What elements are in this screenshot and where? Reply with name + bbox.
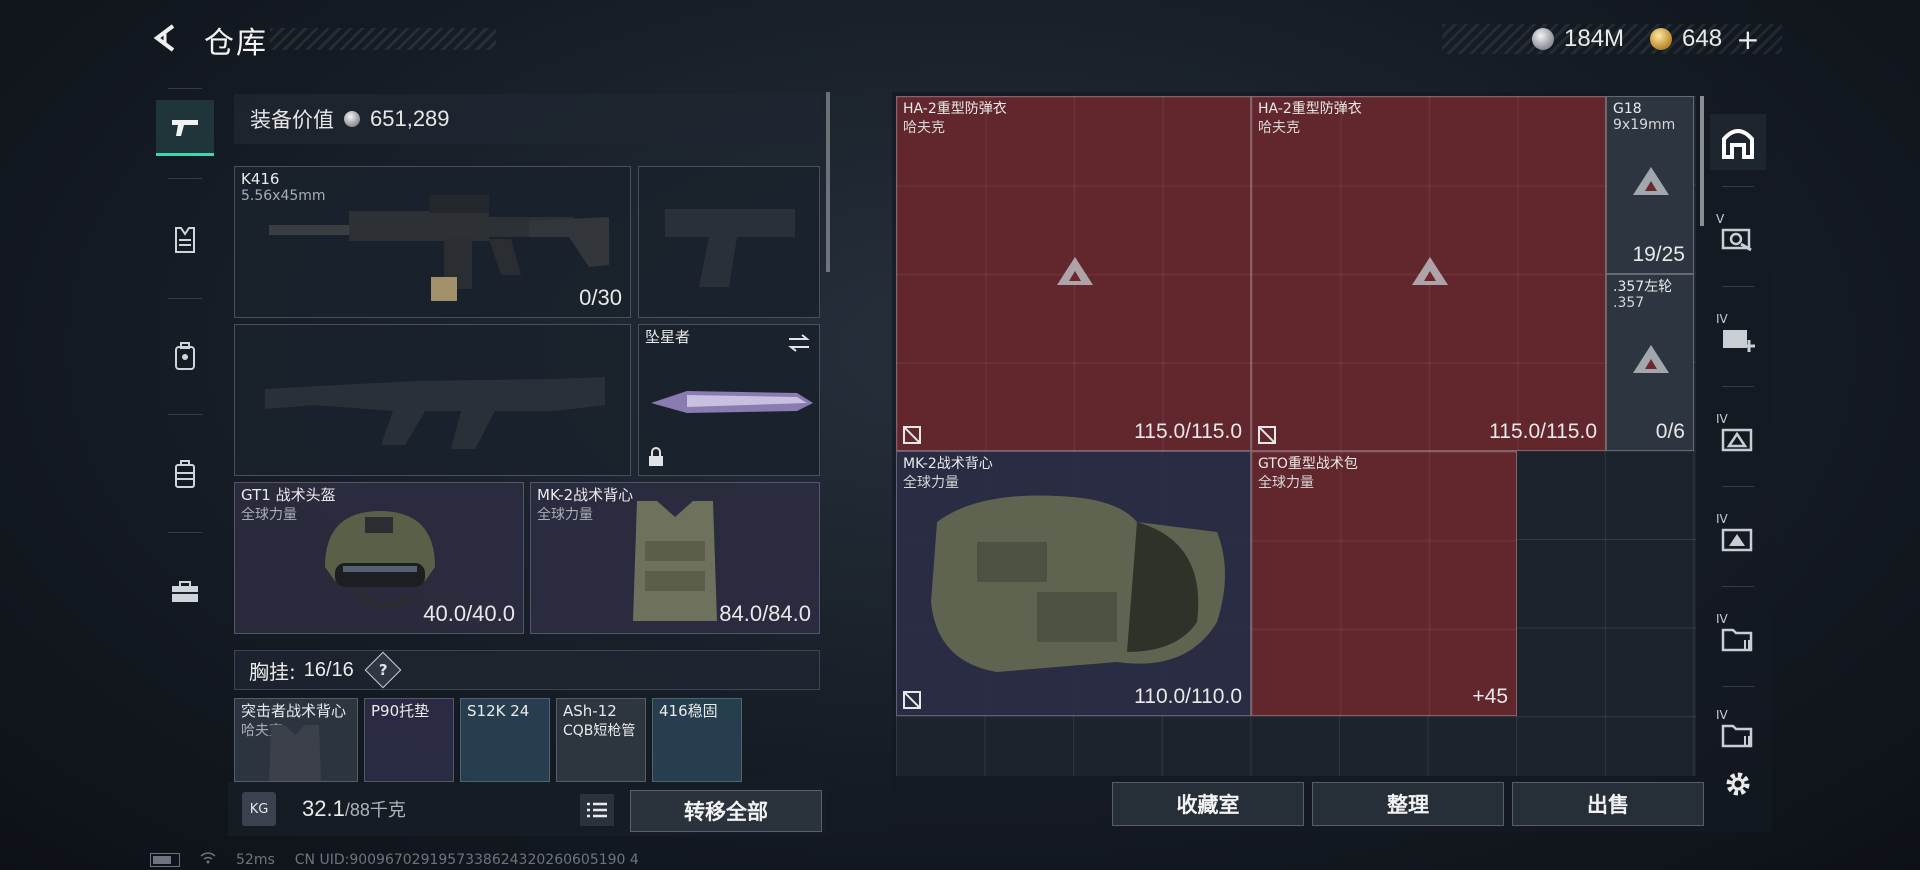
vest-image: [931, 495, 1225, 672]
quality-triangle-icon: [1412, 257, 1448, 285]
storage-item-armor[interactable]: HA-2重型防弹衣 哈夫克 115.0/115.0: [1251, 96, 1606, 451]
chest-item[interactable]: P90托垫: [364, 698, 454, 782]
gold-coin-icon: [1650, 28, 1673, 50]
weight-max: /88千克: [344, 800, 406, 820]
stash-triangle-icon[interactable]: IV: [1710, 510, 1766, 566]
weight-current: 32.1: [302, 796, 345, 821]
secondary-weapon-slot[interactable]: [234, 324, 631, 476]
silver-amount: 184M: [1564, 25, 1625, 52]
armor-brand: 全球力量: [537, 507, 593, 523]
quality-triangle-icon: [1633, 167, 1669, 195]
sell-button[interactable]: 出售: [1512, 782, 1704, 826]
chest-rig-label: 胸挂:: [249, 659, 296, 684]
primary-weapon-slot[interactable]: K416 5.56x45mm 0/30: [234, 166, 631, 318]
page-title: 仓库: [204, 26, 268, 61]
collection-room-button[interactable]: 收藏室: [1112, 782, 1304, 826]
equipment-value-label: 装备价值: [250, 108, 334, 132]
melee-name: 坠星者: [645, 328, 691, 346]
stash-folder-icon[interactable]: IV: [1710, 610, 1766, 666]
equipment-panel: 装备价值 651,289 K416 5.56x45mm 0/30 坠星者 GT1…: [228, 90, 826, 836]
primary-weapon-ammo: 0/30: [579, 285, 622, 310]
storage-item-backpack[interactable]: GTO重型战术包 全球力量 +45: [1251, 451, 1517, 716]
list-view-button[interactable]: [580, 794, 614, 826]
swap-icon[interactable]: [787, 333, 811, 353]
rifle-image: [269, 195, 609, 301]
title-decoration: [270, 28, 496, 50]
helmet-durability: 40.0/40.0: [423, 601, 515, 626]
quality-triangle-icon: [1057, 257, 1093, 285]
helmet-brand: 全球力量: [241, 507, 297, 523]
battery-icon: [150, 853, 180, 867]
chest-rig-row: 胸挂: 16/16 ?: [234, 650, 820, 690]
stash-folder-icon[interactable]: IV: [1710, 706, 1766, 762]
weight-icon: KG: [242, 792, 276, 826]
vest-icon[interactable]: [156, 212, 214, 268]
storage-item-pistol[interactable]: G18 9x19mm 19/25: [1606, 96, 1694, 274]
case-icon[interactable]: [156, 564, 214, 620]
gold-amount: 648: [1682, 25, 1723, 52]
rifle-placeholder-icon: [265, 377, 605, 449]
vest-image: [269, 725, 321, 781]
storage-item-revolver[interactable]: .357左轮 .357 0/6: [1606, 274, 1694, 451]
wifi-icon: [200, 852, 216, 868]
chest-item[interactable]: 突击者战术背心 哈夫克: [234, 698, 358, 782]
helmet-slot[interactable]: GT1 战术头盔 全球力量 40.0/40.0: [234, 482, 524, 634]
gun-icon[interactable]: [156, 100, 214, 156]
armor-slot[interactable]: MK-2战术背心 全球力量 84.0/84.0: [530, 482, 820, 634]
safehouse-icon[interactable]: [1710, 114, 1766, 170]
status-bar: 52ms CN UID:9009670291957338624320260605…: [150, 852, 639, 868]
chest-rig-count: 16/16: [303, 658, 354, 681]
broken-icon: [903, 426, 921, 444]
knife-image: [651, 391, 813, 413]
stash-search-icon[interactable]: V: [1710, 210, 1766, 266]
broken-icon: [1258, 426, 1276, 444]
lock-icon: [649, 447, 663, 466]
armor-durability: 84.0/84.0: [719, 601, 811, 626]
add-currency-button[interactable]: +: [1736, 23, 1759, 56]
weight-readout: 32.1/88千克: [302, 796, 406, 822]
pistol-placeholder-icon: [665, 209, 795, 287]
storage-panel: HA-2重型防弹衣 哈夫克 115.0/115.0 HA-2重型防弹衣 哈夫克 …: [892, 92, 1772, 832]
quality-triangle-icon: [1633, 345, 1669, 373]
broken-icon: [903, 691, 921, 709]
chest-item[interactable]: S12K 24: [460, 698, 550, 782]
help-icon[interactable]: ?: [364, 651, 402, 689]
chest-item[interactable]: 416稳固: [652, 698, 742, 782]
uid-text: CN UID:9009670291957338624320260605190 4: [294, 852, 639, 868]
equipment-value-row: 装备价值 651,289: [234, 94, 820, 144]
back-arrow-icon[interactable]: [148, 20, 182, 56]
storage-item-armor[interactable]: HA-2重型防弹衣 哈夫克 115.0/115.0: [896, 96, 1251, 451]
melee-slot[interactable]: 坠星者: [638, 324, 820, 476]
storage-item-vest[interactable]: MK-2战术背心 全球力量 110.0/110.0: [896, 451, 1251, 716]
list-icon: [587, 802, 607, 818]
stash-add-icon[interactable]: IV: [1710, 310, 1766, 366]
transfer-all-button[interactable]: 转移全部: [630, 790, 822, 832]
silver-coin-icon: [1532, 28, 1554, 50]
silver-coin-icon: [344, 111, 360, 127]
organize-button[interactable]: 整理: [1312, 782, 1504, 826]
chest-rig-icon[interactable]: [156, 446, 214, 502]
stash-ammo-icon[interactable]: IV: [1710, 410, 1766, 466]
equipment-value: 651,289: [370, 106, 450, 131]
ping-value: 52ms: [236, 852, 275, 868]
equipment-scrollbar[interactable]: [826, 92, 830, 272]
armor-name: MK-2战术背心: [537, 486, 634, 504]
chest-item[interactable]: ASh-12 CQB短枪管: [556, 698, 646, 782]
stash-tabs-rail: V IV IV IV IV IV: [1710, 100, 1766, 820]
storage-scrollbar[interactable]: [1700, 96, 1704, 226]
category-rail: [150, 88, 220, 648]
currency-bar: 184M 648 +: [1442, 23, 1782, 56]
storage-grid: HA-2重型防弹衣 哈夫克 115.0/115.0 HA-2重型防弹衣 哈夫克 …: [896, 96, 1696, 776]
capacity-bar: KG 32.1/88千克 转移全部: [228, 782, 826, 836]
armor-image: [633, 501, 717, 621]
backpack-icon[interactable]: [156, 328, 214, 384]
settings-gear-icon[interactable]: [1710, 756, 1766, 812]
pistol-slot[interactable]: [638, 166, 820, 318]
